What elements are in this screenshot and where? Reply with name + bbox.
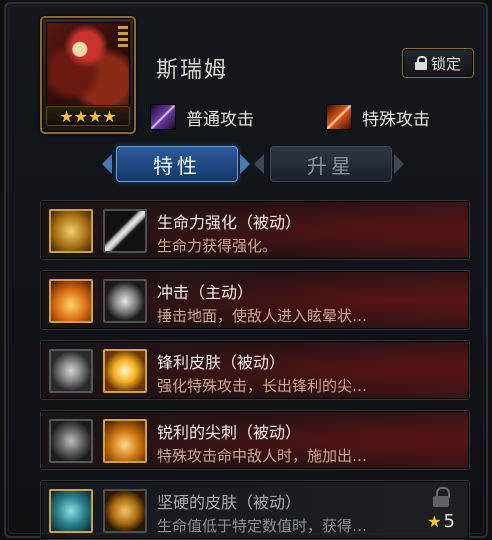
tab-right-arrow-icon	[240, 154, 250, 174]
class-bars-icon	[118, 26, 128, 48]
skill-description: 生命力获得强化。	[157, 237, 278, 255]
normal-attack-label: 普通攻击	[186, 109, 254, 130]
normal-attack[interactable]: 普通攻击	[150, 104, 254, 130]
skill-row[interactable]: 锋利皮肤（被动） 强化特殊攻击，长出锋利的尖…	[40, 340, 470, 400]
tab-left-arrow-icon	[254, 154, 264, 174]
flame-drop-icon	[103, 419, 147, 463]
skill-title: 坚硬的皮肤（被动）	[157, 493, 302, 512]
heart-aura-icon	[49, 209, 93, 253]
special-attack-label: 特殊攻击	[362, 109, 430, 130]
whirlwind-icon	[49, 349, 93, 393]
skill-title: 锐利的尖刺（被动）	[157, 423, 302, 442]
hero-skill-panel: ★★★★ 斯瑞姆 锁定 普通攻击 特殊攻击 特性 升星 生命力强化（被动） 生命…	[4, 2, 488, 540]
hero-name: 斯瑞姆	[156, 58, 229, 83]
lock-button[interactable]: 锁定	[402, 48, 474, 78]
tab-right-arrow-icon	[394, 154, 404, 174]
skill-row-locked[interactable]: 坚硬的皮肤（被动） 生命值低于特定数值时，获得… ★ 5	[40, 480, 470, 540]
skill-row[interactable]: 生命力强化（被动） 生命力获得强化。	[40, 200, 470, 260]
hero-star-rating: ★★★★	[46, 106, 130, 126]
smash-icon	[103, 279, 147, 323]
special-attack[interactable]: 特殊攻击	[326, 104, 430, 130]
fire-burst-icon	[49, 279, 93, 323]
lock-button-label: 锁定	[430, 54, 461, 73]
tab-left-arrow-icon	[102, 154, 112, 174]
skill-description: 特殊攻击命中敌人时，施加出…	[157, 447, 368, 465]
tab-star-up[interactable]: 升星	[270, 146, 392, 182]
star-icon: ★	[427, 512, 442, 531]
claw-icon	[49, 419, 93, 463]
star-requirement-value: 5	[443, 511, 455, 532]
tab-bar: 特性 升星	[102, 146, 404, 182]
tab-traits[interactable]: 特性	[116, 146, 238, 182]
hero-portrait[interactable]: ★★★★	[40, 16, 136, 134]
shield-icon	[49, 489, 93, 533]
padlock-icon	[433, 487, 450, 507]
normal-attack-icon	[150, 104, 176, 130]
skill-description: 捶击地面，使敌人进入眩晕状…	[157, 307, 368, 325]
star-requirement: ★ 5	[427, 511, 455, 532]
skill-row[interactable]: 冲击（主动） 捶击地面，使敌人进入眩晕状…	[40, 270, 470, 330]
special-attack-icon	[326, 104, 352, 130]
skill-title: 生命力强化（被动）	[157, 213, 302, 232]
skill-description: 生命值低于特定数值时，获得…	[157, 517, 368, 535]
skill-description: 强化特殊攻击，长出锋利的尖…	[157, 377, 368, 395]
skill-title: 锋利皮肤（被动）	[157, 353, 286, 372]
spike-star-icon	[103, 349, 147, 393]
teeth-icon	[103, 489, 147, 533]
sword-icon	[103, 209, 147, 253]
skill-row[interactable]: 锐利的尖刺（被动） 特殊攻击命中敌人时，施加出…	[40, 410, 470, 470]
skill-list: 生命力强化（被动） 生命力获得强化。 冲击（主动） 捶击地面，使敌人进入眩晕状……	[40, 200, 470, 540]
lock-icon	[414, 56, 427, 70]
skill-title: 冲击（主动）	[157, 283, 254, 302]
